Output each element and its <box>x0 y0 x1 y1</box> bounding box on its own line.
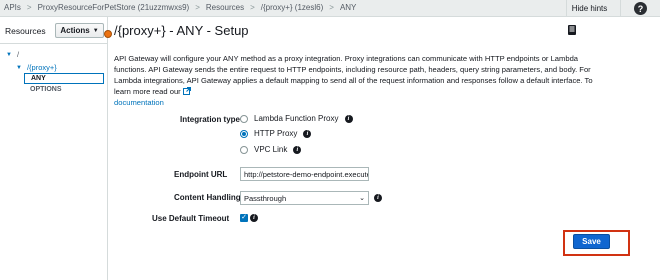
tree-item-proxy[interactable]: ▼ /{proxy+} <box>16 62 57 73</box>
breadcrumb: APIs > ProxyResourceForPetStore (21uzzmw… <box>4 3 356 12</box>
content-handling-select[interactable]: Passthrough ⌄ <box>240 191 369 205</box>
chevron-down-icon: ⌄ <box>359 195 365 202</box>
proxy-integration-description: API Gateway will configure your ANY meth… <box>114 53 606 108</box>
actions-dropdown-button[interactable]: Actions ▼ <box>55 23 104 38</box>
resources-panel-header: Resources Actions ▼ <box>0 17 107 44</box>
hide-hints-button[interactable]: Hide hints <box>566 0 612 17</box>
panel-resize-handle[interactable] <box>104 30 112 38</box>
tree-item-root-label: / <box>16 50 20 59</box>
save-button[interactable]: Save <box>573 234 610 249</box>
breadcrumb-apis[interactable]: APIs <box>4 3 21 12</box>
collapse-triangle-icon[interactable]: ▼ <box>16 65 22 71</box>
breadcrumb-separator: > <box>26 3 32 12</box>
endpoint-url-label: Endpoint URL <box>174 170 228 179</box>
breadcrumb-method: ANY <box>339 3 357 12</box>
breadcrumb-separator: > <box>250 3 255 12</box>
info-icon[interactable]: i <box>344 114 353 123</box>
radio-button[interactable] <box>240 114 248 123</box>
breadcrumb-api-name[interactable]: ProxyResourceForPetStore (21uzzmwxs9) <box>38 3 190 12</box>
use-default-timeout-checkbox[interactable]: ✓ <box>240 214 248 222</box>
radio-button[interactable] <box>240 145 248 154</box>
breadcrumb-resource[interactable]: /{proxy+} (1zesl6) <box>261 3 323 12</box>
breadcrumb-resources[interactable]: Resources <box>206 3 244 12</box>
tree-item-proxy-label: /{proxy+} <box>26 63 57 72</box>
tree-item-options[interactable]: OPTIONS <box>30 86 62 93</box>
use-default-timeout-label: Use Default Timeout <box>152 214 230 223</box>
top-breadcrumb-bar: APIs > ProxyResourceForPetStore (21uzzmw… <box>0 0 660 17</box>
resources-title: Resources <box>5 26 46 36</box>
method-setup-panel: /{proxy+} - ANY - Setup API Gateway will… <box>112 17 660 280</box>
radio-label: HTTP Proxy <box>254 129 298 138</box>
endpoint-url-input[interactable]: http://petstore-demo-endpoint.execute-ap… <box>240 167 369 181</box>
page-title: /{proxy+} - ANY - Setup <box>114 23 249 38</box>
documentation-link[interactable]: documentation <box>114 98 164 107</box>
help-button[interactable]: ? <box>620 0 660 17</box>
tree-item-any-selected[interactable]: ANY <box>24 73 104 84</box>
actions-label: Actions <box>60 26 90 35</box>
breadcrumb-separator: > <box>329 3 334 12</box>
radio-lambda-function-proxy[interactable]: Lambda Function Proxy i <box>240 114 353 123</box>
content-handling-label: Content Handling <box>174 193 241 202</box>
radio-button-selected[interactable] <box>240 129 248 138</box>
content-handling-value: Passthrough <box>244 193 287 203</box>
info-icon[interactable]: i <box>250 214 258 222</box>
info-icon[interactable]: i <box>303 129 312 138</box>
tree-item-root[interactable]: ▼ / <box>6 49 19 60</box>
caret-down-icon: ▼ <box>92 27 99 34</box>
radio-label: VPC Link <box>254 145 288 154</box>
info-icon[interactable]: i <box>293 145 302 154</box>
integration-type-label: Integration type <box>180 115 241 124</box>
resources-panel: Resources Actions ▼ ▼ / ▼ /{proxy+} ANY … <box>0 17 108 280</box>
book-icon[interactable] <box>567 24 577 36</box>
collapse-triangle-icon[interactable]: ▼ <box>6 52 12 58</box>
info-icon[interactable]: i <box>374 194 382 202</box>
radio-vpc-link[interactable]: VPC Link i <box>240 145 302 154</box>
help-icon: ? <box>634 2 647 15</box>
radio-label: Lambda Function Proxy <box>254 114 339 123</box>
radio-http-proxy[interactable]: HTTP Proxy i <box>240 129 312 138</box>
external-link-icon <box>182 87 191 95</box>
breadcrumb-separator: > <box>195 3 200 12</box>
